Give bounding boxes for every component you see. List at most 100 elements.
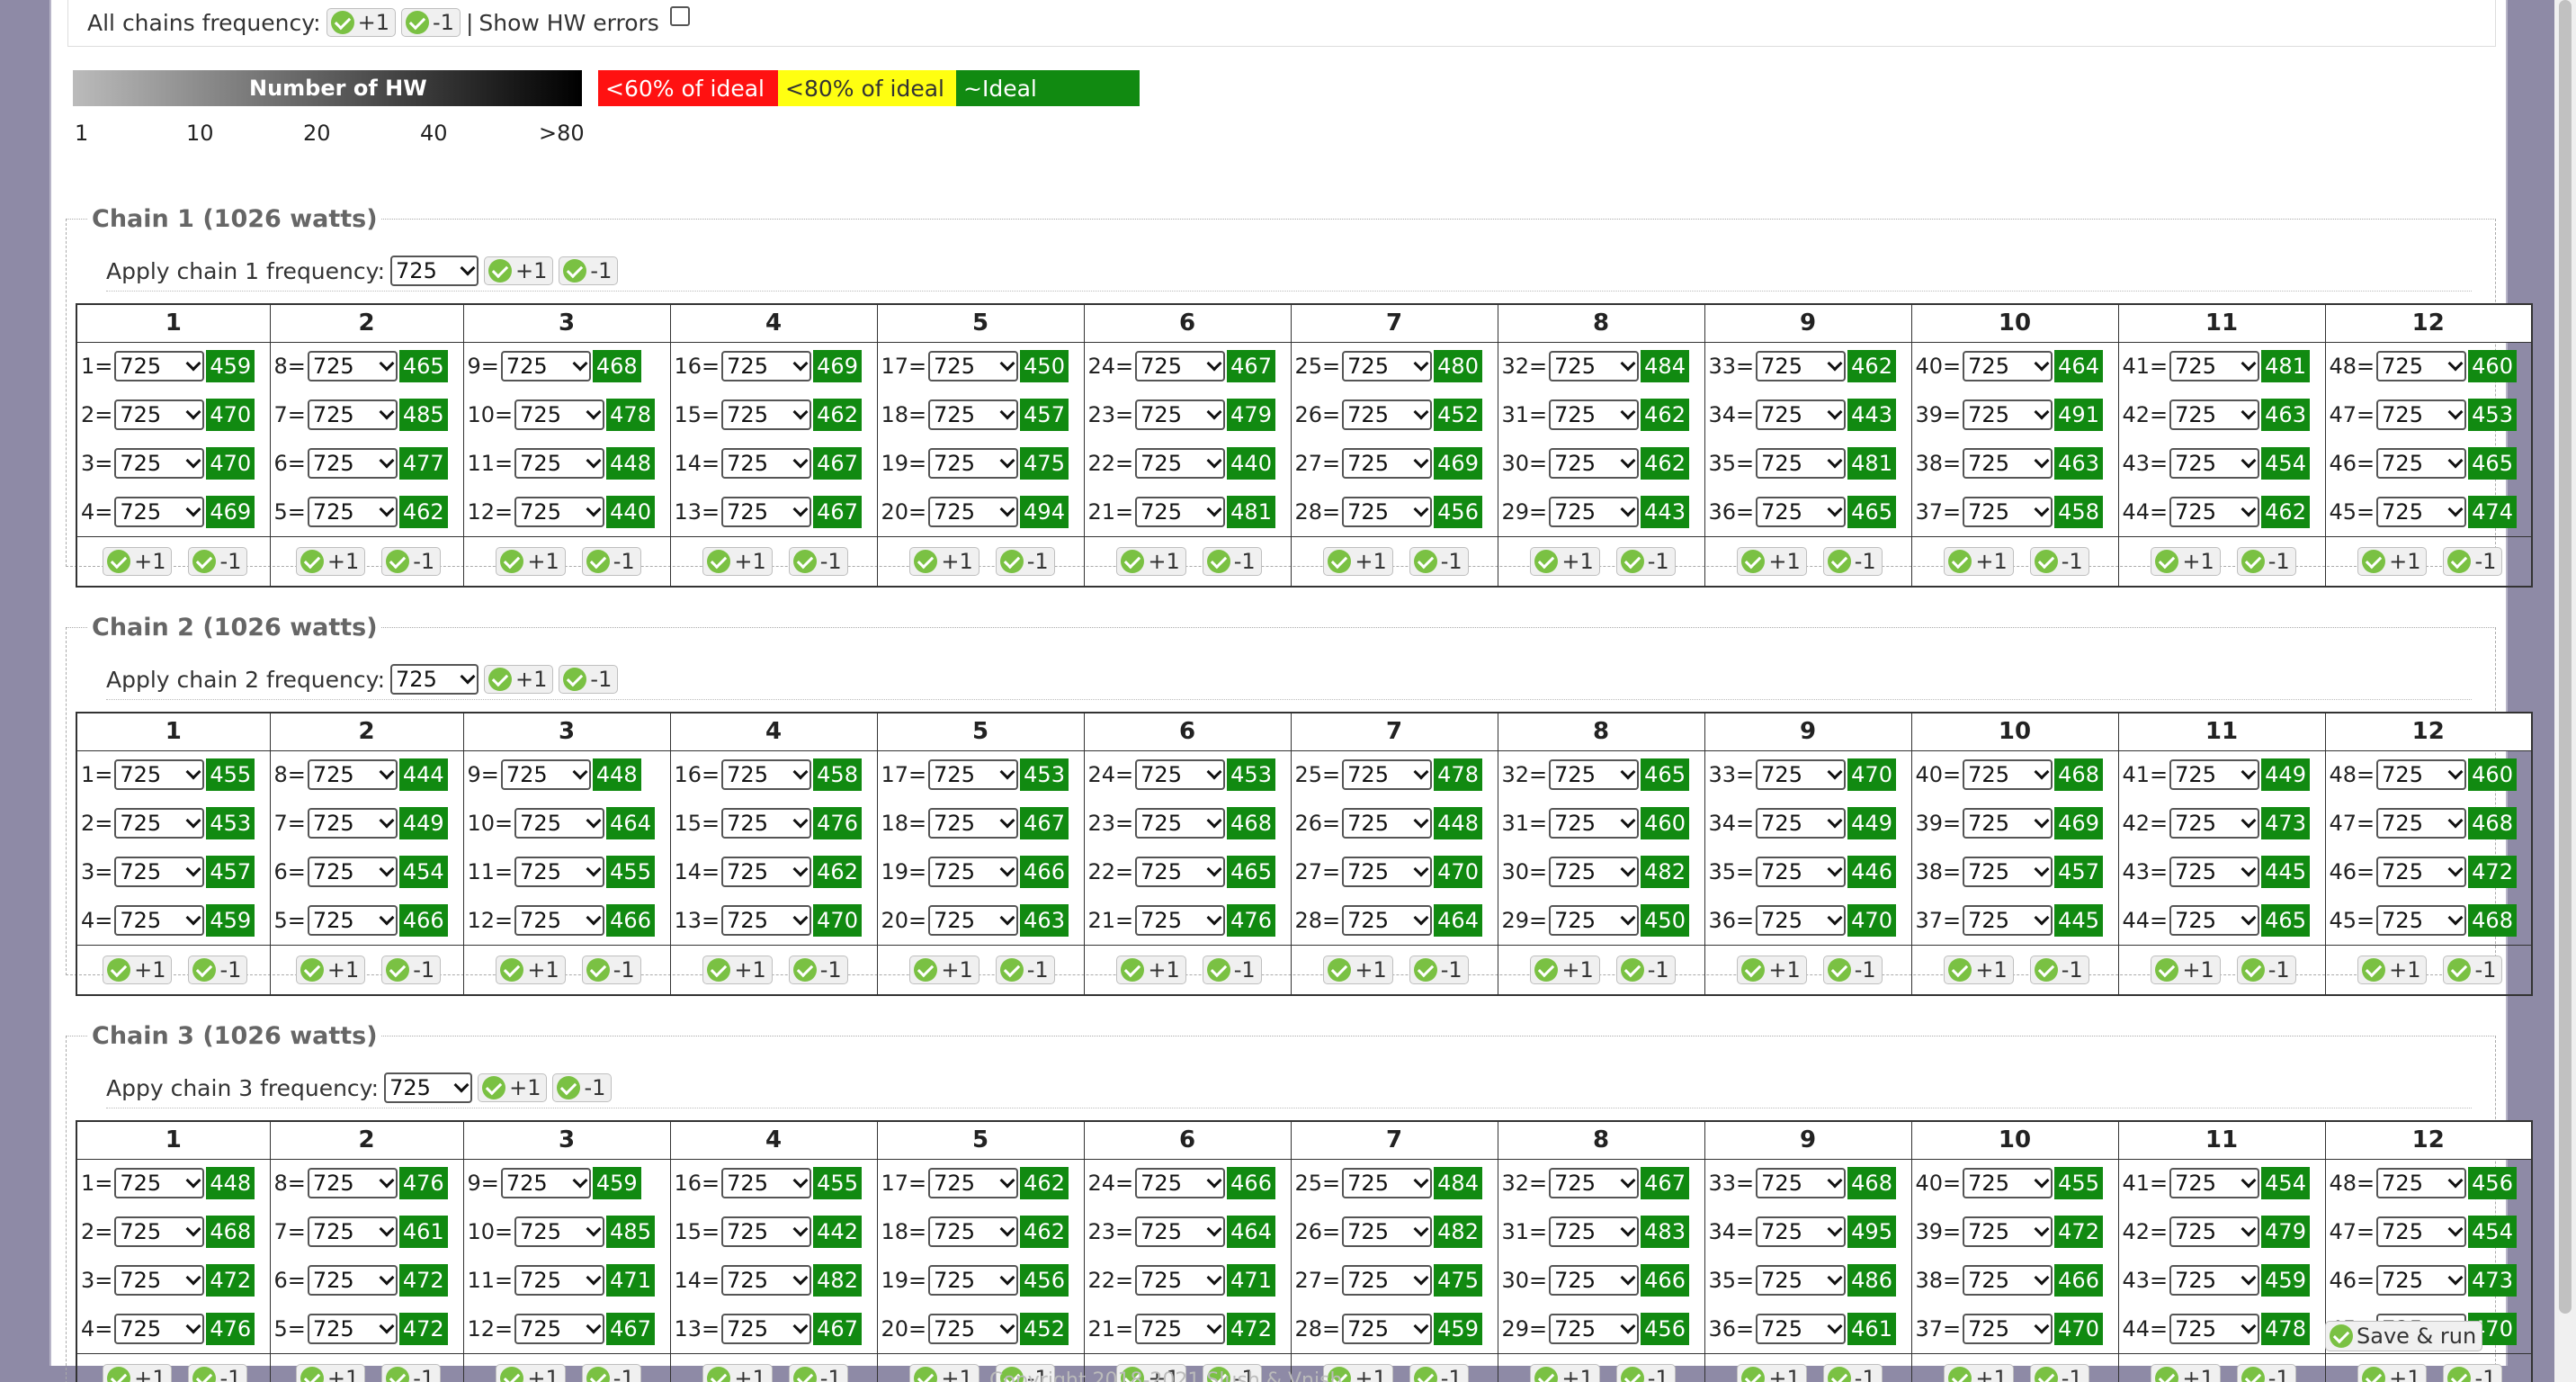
column-plus-button[interactable]: +1 [103,1363,173,1382]
chip-frequency-select[interactable]: 725 [1963,399,2053,430]
chip-frequency-select[interactable]: 725 [1549,448,1640,479]
column-minus-button[interactable]: -1 [188,1363,248,1382]
chip-frequency-select[interactable]: 725 [514,1216,605,1247]
chip-frequency-select[interactable]: 725 [1549,1265,1640,1296]
chip-frequency-select[interactable]: 725 [514,904,605,936]
chip-frequency-select[interactable]: 725 [307,857,398,887]
chip-frequency-select[interactable]: 725 [928,399,1019,430]
column-minus-button[interactable]: -1 [2029,546,2089,576]
column-minus-button[interactable]: -1 [2443,955,2503,984]
column-minus-button[interactable]: -1 [1615,1363,1676,1382]
chip-frequency-select[interactable]: 725 [1756,857,1847,887]
chip-frequency-select[interactable]: 725 [1963,857,2053,887]
chip-frequency-select[interactable]: 725 [514,496,605,527]
chip-frequency-select[interactable]: 725 [1963,759,2053,791]
chip-frequency-select[interactable]: 725 [2376,448,2467,479]
column-minus-button[interactable]: -1 [581,546,641,576]
chip-frequency-select[interactable]: 725 [114,1265,205,1296]
column-plus-button[interactable]: +1 [1737,1363,1807,1382]
column-minus-button[interactable]: -1 [788,546,848,576]
chip-frequency-select[interactable]: 725 [307,399,398,430]
chip-frequency-select[interactable]: 725 [721,1313,812,1344]
chip-frequency-select[interactable]: 725 [1549,1216,1640,1247]
chip-frequency-select[interactable]: 725 [2376,399,2467,430]
column-minus-button[interactable]: -1 [1202,546,1262,576]
column-plus-button[interactable]: +1 [1944,1363,2014,1382]
chip-frequency-select[interactable]: 725 [1963,1265,2053,1296]
chip-frequency-select[interactable]: 725 [114,808,205,839]
chip-frequency-select[interactable]: 725 [721,1265,812,1296]
chip-frequency-select[interactable]: 725 [1549,1168,1640,1199]
chip-frequency-select[interactable]: 725 [2169,1313,2260,1344]
all-chains-minus-button[interactable]: -1 [401,8,461,37]
chip-frequency-select[interactable]: 725 [2169,448,2260,479]
chip-frequency-select[interactable]: 725 [1963,496,2053,527]
chip-frequency-select[interactable]: 725 [2376,1216,2467,1247]
column-plus-button[interactable]: +1 [103,955,173,984]
chip-frequency-select[interactable]: 725 [114,1313,205,1344]
chip-frequency-select[interactable]: 725 [500,351,591,382]
chip-frequency-select[interactable]: 725 [928,857,1019,887]
chip-frequency-select[interactable]: 725 [514,808,605,839]
chip-frequency-select[interactable]: 725 [1756,1313,1847,1344]
column-minus-button[interactable]: -1 [1202,955,1262,984]
chip-frequency-select[interactable]: 725 [114,448,205,479]
column-plus-button[interactable]: +1 [909,1363,979,1382]
chip-frequency-select[interactable]: 725 [928,1216,1019,1247]
chip-frequency-select[interactable]: 725 [114,496,205,527]
chip-frequency-select[interactable]: 725 [2376,351,2467,382]
chip-frequency-select[interactable]: 725 [1756,1168,1847,1199]
chip-frequency-select[interactable]: 725 [721,857,812,887]
chip-frequency-select[interactable]: 725 [1756,904,1847,936]
chip-frequency-select[interactable]: 725 [1756,448,1847,479]
chip-frequency-select[interactable]: 725 [2169,759,2260,791]
chip-frequency-select[interactable]: 725 [2169,904,2260,936]
column-plus-button[interactable]: +1 [295,546,366,576]
column-plus-button[interactable]: +1 [496,546,566,576]
chip-frequency-select[interactable]: 725 [1135,1313,1226,1344]
chip-frequency-select[interactable]: 725 [514,1313,605,1344]
chip-frequency-select[interactable]: 725 [2169,399,2260,430]
column-minus-button[interactable]: -1 [995,546,1055,576]
chip-frequency-select[interactable]: 725 [1756,399,1847,430]
column-plus-button[interactable]: +1 [2357,546,2428,576]
chip-frequency-select[interactable]: 725 [114,1168,205,1199]
column-plus-button[interactable]: +1 [1323,955,1393,984]
chip-frequency-select[interactable]: 725 [928,1265,1019,1296]
chip-frequency-select[interactable]: 725 [721,496,812,527]
chip-frequency-select[interactable]: 725 [307,1265,398,1296]
chip-frequency-select[interactable]: 725 [1342,857,1433,887]
column-minus-button[interactable]: -1 [1822,955,1883,984]
chip-frequency-select[interactable]: 725 [1963,1216,2053,1247]
chip-frequency-select[interactable]: 725 [2376,496,2467,527]
column-minus-button[interactable]: -1 [995,955,1055,984]
chip-frequency-select[interactable]: 725 [1135,1216,1226,1247]
chip-frequency-select[interactable]: 725 [1549,904,1640,936]
chip-frequency-select[interactable]: 725 [1963,448,2053,479]
column-plus-button[interactable]: +1 [2357,955,2428,984]
column-minus-button[interactable]: -1 [2236,1363,2296,1382]
column-plus-button[interactable]: +1 [1116,955,1186,984]
chip-frequency-select[interactable]: 725 [114,1216,205,1247]
column-minus-button[interactable]: -1 [2443,546,2503,576]
chip-frequency-select[interactable]: 725 [2169,1168,2260,1199]
chip-frequency-select[interactable]: 725 [1135,904,1226,936]
chain-minus-button[interactable]: -1 [552,1073,613,1102]
chip-frequency-select[interactable]: 725 [1135,496,1226,527]
chip-frequency-select[interactable]: 725 [1342,448,1433,479]
chip-frequency-select[interactable]: 725 [1342,808,1433,839]
chain-plus-button[interactable]: +1 [484,665,554,694]
chip-frequency-select[interactable]: 725 [307,808,398,839]
chip-frequency-select[interactable]: 725 [114,904,205,936]
column-minus-button[interactable]: -1 [1409,955,1469,984]
chip-frequency-select[interactable]: 725 [721,808,812,839]
column-plus-button[interactable]: +1 [103,546,173,576]
column-plus-button[interactable]: +1 [1737,546,1807,576]
chip-frequency-select[interactable]: 725 [1135,1265,1226,1296]
chip-frequency-select[interactable]: 725 [721,904,812,936]
column-minus-button[interactable]: -1 [188,546,248,576]
chip-frequency-select[interactable]: 725 [500,1168,591,1199]
chain-plus-button[interactable]: +1 [478,1073,548,1102]
chip-frequency-select[interactable]: 725 [721,448,812,479]
chip-frequency-select[interactable]: 725 [1342,399,1433,430]
